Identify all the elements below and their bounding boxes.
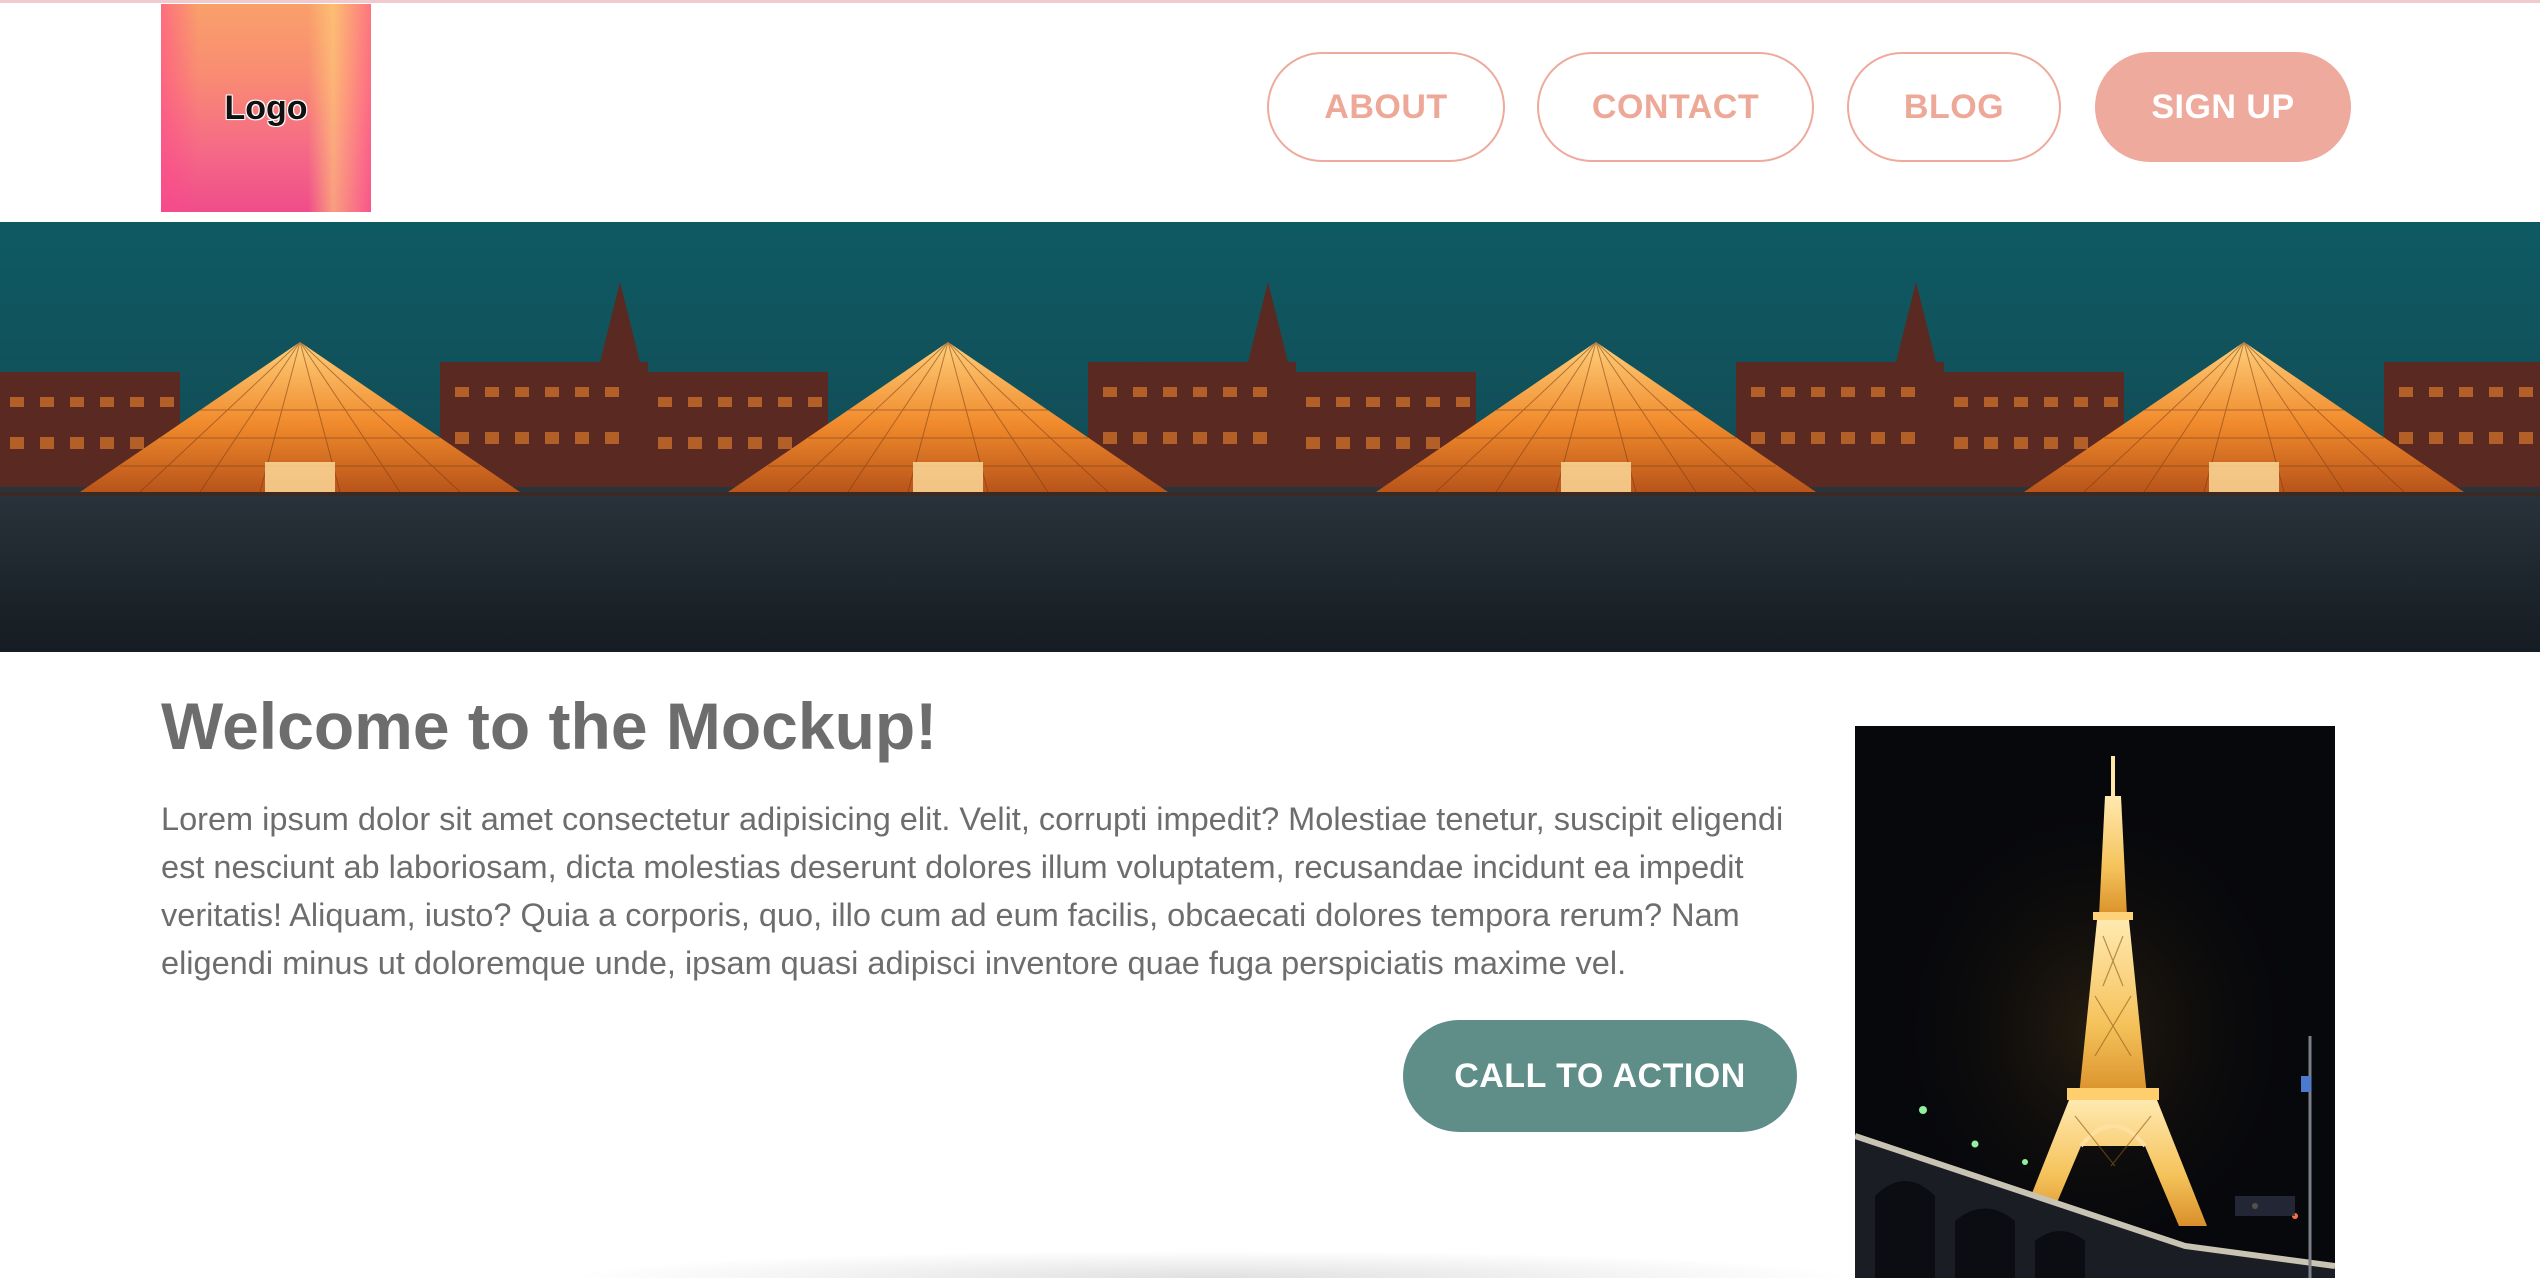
- logo-label: Logo: [224, 88, 308, 127]
- top-border: [0, 0, 2540, 3]
- hero-banner: [0, 222, 2540, 652]
- nav-blog-button[interactable]: BLOG: [1847, 52, 2061, 162]
- nav-about-button[interactable]: ABOUT: [1267, 52, 1505, 162]
- logo[interactable]: Logo: [161, 4, 371, 212]
- page-title: Welcome to the Mockup!: [161, 689, 938, 763]
- footer-shadow: [560, 1250, 1860, 1278]
- intro-paragraph: Lorem ipsum dolor sit amet consectetur a…: [161, 801, 1784, 981]
- eiffel-tower-image: [1855, 726, 2335, 1278]
- hero-photo-tile: [1944, 222, 2540, 652]
- nav-contact-button[interactable]: CONTACT: [1537, 52, 1814, 162]
- hero-photo-tile: [648, 222, 1296, 652]
- signup-button[interactable]: SIGN UP: [2095, 52, 2351, 162]
- call-to-action-button[interactable]: CALL TO ACTION: [1403, 1020, 1797, 1132]
- hero-photo-tile: [1296, 222, 1944, 652]
- page: Logo ABOUT CONTACT BLOG SIGN UP Welcome …: [0, 0, 2540, 1278]
- hero-photo-tile: [0, 222, 648, 652]
